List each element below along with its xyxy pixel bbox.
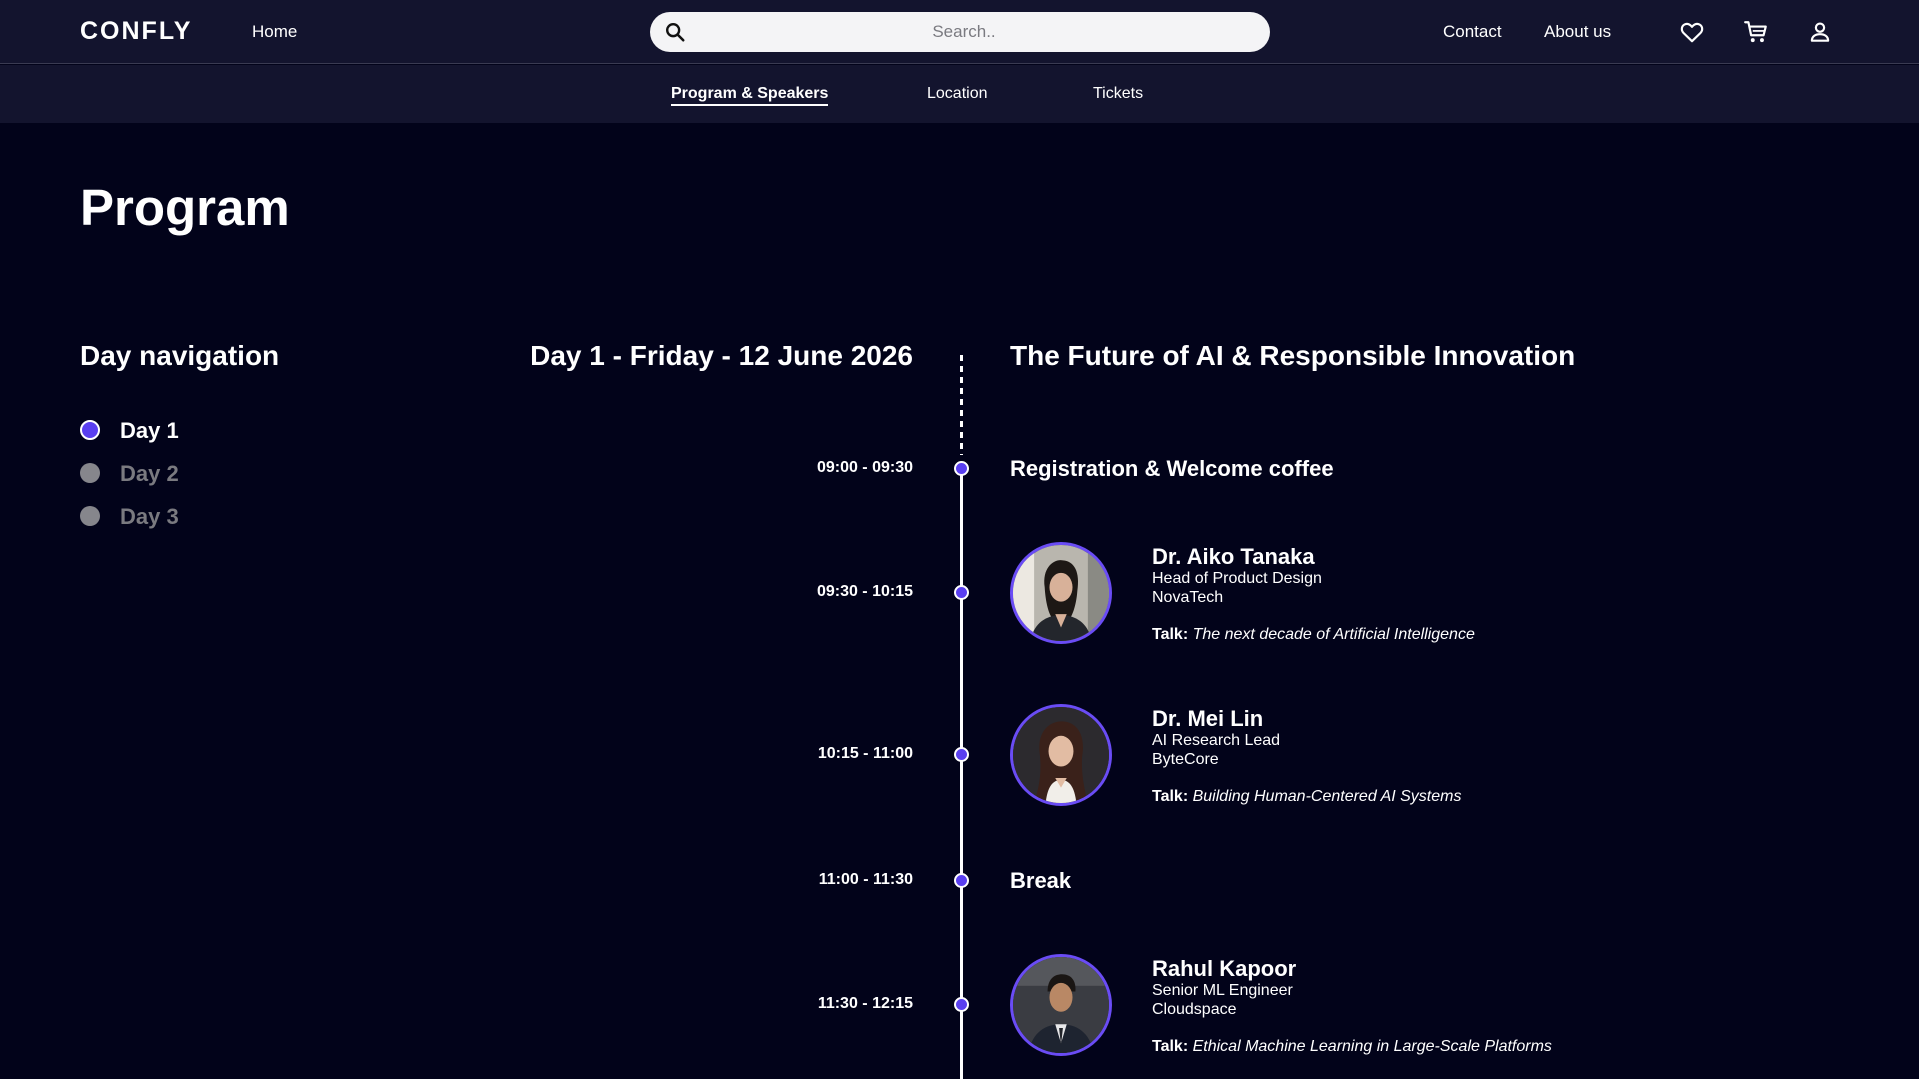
slot-title: Registration & Welcome coffee	[1010, 456, 1334, 481]
speaker-avatar[interactable]	[1010, 954, 1112, 1056]
speaker-company: Cloudspace	[1152, 1001, 1237, 1018]
speaker-company: ByteCore	[1152, 751, 1219, 768]
day-label: Day 1	[120, 418, 179, 443]
speaker-info: Dr. Mei Lin AI Research Lead ByteCore Ta…	[1152, 707, 1461, 806]
search-bar	[650, 12, 1270, 52]
timeline-marker	[954, 997, 969, 1012]
timeline-marker	[954, 873, 969, 888]
speaker-name[interactable]: Dr. Mei Lin	[1152, 707, 1461, 731]
slot-time: 11:00 - 11:30	[818, 871, 913, 888]
day-navigation-title: Day navigation	[80, 340, 280, 371]
speaker-company: NovaTech	[1152, 589, 1224, 606]
talk-prefix: Talk:	[1152, 1038, 1189, 1055]
timeline-marker	[954, 585, 969, 600]
talk-title: Ethical Machine Learning in Large-Scale …	[1192, 1038, 1552, 1055]
speaker-talk: Talk: The next decade of Artificial Inte…	[1152, 626, 1475, 644]
timeline-marker	[954, 747, 969, 762]
speaker-role: AI Research Lead	[1152, 732, 1281, 749]
nav-contact-link[interactable]: Contact	[1443, 22, 1502, 42]
cart-icon[interactable]	[1743, 19, 1769, 45]
nav-home-link[interactable]: Home	[252, 22, 297, 42]
day-inactive-indicator	[80, 506, 100, 526]
speaker-talk: Talk: Ethical Machine Learning in Large-…	[1152, 1038, 1552, 1056]
search-input[interactable]	[694, 12, 1234, 52]
speaker-avatar[interactable]	[1010, 704, 1112, 806]
day-label: Day 2	[120, 461, 179, 486]
slot-time: 09:00 - 09:30	[816, 459, 913, 476]
tab-tickets[interactable]: Tickets	[1093, 85, 1143, 103]
speaker-name[interactable]: Dr. Aiko Tanaka	[1152, 545, 1475, 569]
page-title: Program	[80, 179, 290, 236]
timeline-line	[960, 468, 963, 1079]
speaker-info: Rahul Kapoor Senior ML Engineer Cloudspa…	[1152, 957, 1552, 1056]
speaker-avatar[interactable]	[1010, 542, 1112, 644]
talk-title: Building Human-Centered AI Systems	[1192, 788, 1462, 805]
tab-program-speakers[interactable]: Program & Speakers	[671, 85, 829, 106]
search-icon[interactable]	[664, 21, 686, 43]
speaker-name[interactable]: Rahul Kapoor	[1152, 957, 1552, 981]
day-active-indicator	[80, 420, 100, 440]
timeline-marker	[954, 461, 969, 476]
day-heading: Day 1 - Friday - 12 June 2026	[530, 340, 913, 371]
speaker-info: Dr. Aiko Tanaka Head of Product Design N…	[1152, 545, 1475, 644]
slot-title: Break	[1010, 868, 1072, 893]
slot-time: 09:30 - 10:15	[816, 583, 913, 600]
logo[interactable]: CONFLY	[80, 17, 192, 46]
timeline-dashed-line	[960, 355, 963, 455]
talk-prefix: Talk:	[1152, 626, 1189, 643]
top-navbar: CONFLY Home Contact About us	[0, 0, 1919, 64]
day-inactive-indicator	[80, 463, 100, 483]
speaker-role: Senior ML Engineer	[1152, 982, 1293, 999]
slot-time: 10:15 - 11:00	[817, 745, 913, 762]
slot-time: 11:30 - 12:15	[817, 995, 913, 1012]
tab-location[interactable]: Location	[927, 85, 988, 103]
talk-prefix: Talk:	[1152, 788, 1189, 805]
day-label: Day 3	[120, 504, 179, 529]
talk-title: The next decade of Artificial Intelligen…	[1192, 626, 1475, 643]
nav-about-link[interactable]: About us	[1544, 22, 1611, 42]
user-icon[interactable]	[1807, 19, 1833, 45]
speaker-talk: Talk: Building Human-Centered AI Systems	[1152, 788, 1461, 806]
day-theme-title: The Future of AI & Responsible Innovatio…	[1010, 340, 1576, 371]
speaker-role: Head of Product Design	[1152, 570, 1322, 587]
sub-navbar: Program & Speakers Location Tickets	[0, 65, 1919, 123]
heart-icon[interactable]	[1679, 19, 1705, 45]
